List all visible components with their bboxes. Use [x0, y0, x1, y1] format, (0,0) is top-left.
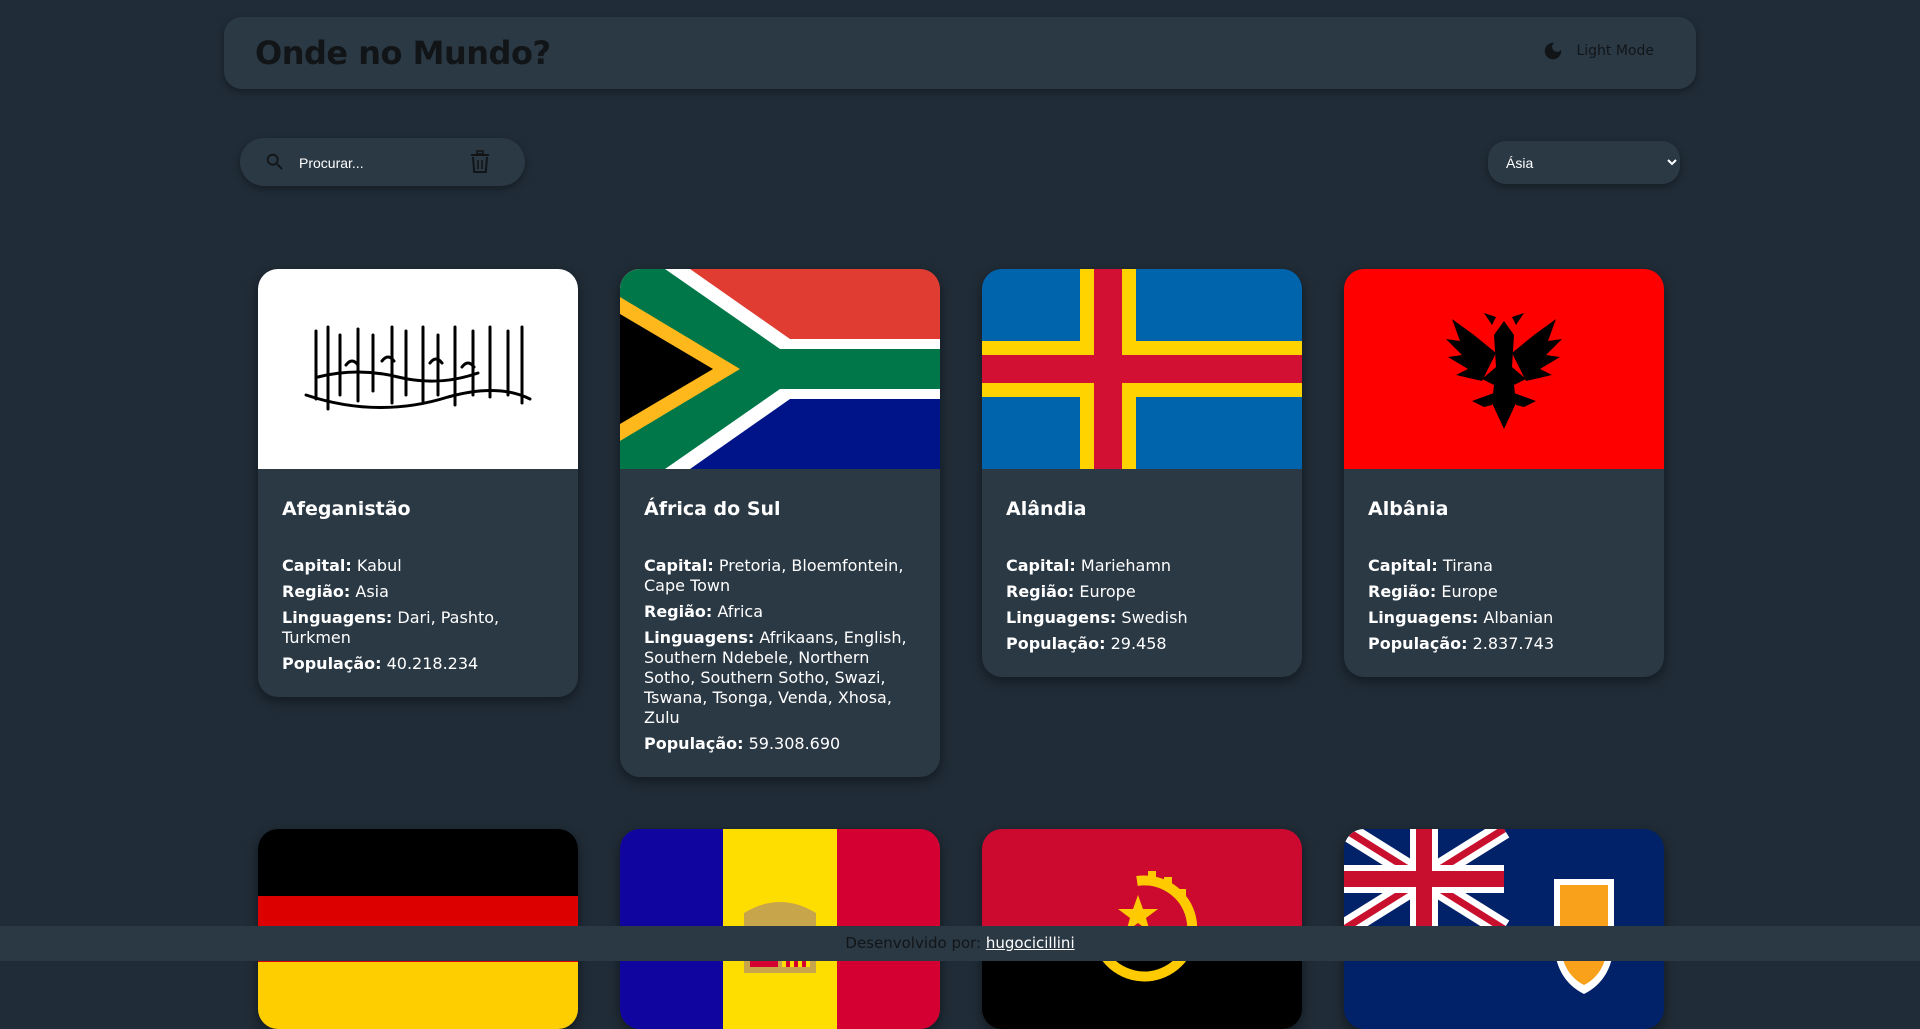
country-card-afeganistao[interactable]: Afeganistão Capital: Kabul Região: Asia …	[258, 269, 578, 697]
capital-label: Capital:	[644, 556, 714, 575]
author-link[interactable]: hugocicillini	[986, 934, 1075, 952]
header-bar: Onde no Mundo? Light Mode	[224, 17, 1696, 89]
languages-line: Linguagens: Albanian	[1368, 608, 1640, 628]
flag-image	[1344, 269, 1664, 469]
population-line: População: 59.308.690	[644, 734, 916, 754]
capital-line: Capital: Mariehamn	[1006, 556, 1278, 576]
footer-text: Desenvolvido por:	[845, 934, 982, 952]
languages-value: Swedish	[1121, 608, 1188, 627]
languages-label: Linguagens:	[1006, 608, 1117, 627]
footer: Desenvolvido por: hugocicillini	[0, 926, 1920, 961]
search-bar	[240, 138, 525, 186]
population-line: População: 29.458	[1006, 634, 1278, 654]
country-card-alandia[interactable]: Alândia Capital: Mariehamn Região: Europ…	[982, 269, 1302, 677]
region-value: Europe	[1441, 582, 1498, 601]
capital-value: Kabul	[356, 556, 402, 575]
region-value: Asia	[355, 582, 389, 601]
region-label: Região:	[1006, 582, 1075, 601]
country-name: Alândia	[1006, 498, 1087, 520]
region-value: Africa	[717, 602, 764, 621]
flag-image	[258, 269, 578, 469]
population-line: População: 40.218.234	[282, 654, 554, 674]
search-input[interactable]	[297, 148, 451, 178]
country-card-albania[interactable]: Albânia Capital: Tirana Região: Europe L…	[1344, 269, 1664, 677]
capital-label: Capital:	[1368, 556, 1438, 575]
population-label: População:	[1368, 634, 1468, 653]
capital-value: Mariehamn	[1080, 556, 1172, 575]
region-filter-select[interactable]: Ásia	[1488, 141, 1680, 184]
country-name: Afeganistão	[282, 498, 411, 520]
country-name: Albânia	[1368, 498, 1449, 520]
capital-line: Capital: Pretoria, Bloemfontein, Cape To…	[644, 556, 916, 596]
country-card-africa-do-sul[interactable]: África do Sul Capital: Pretoria, Bloemfo…	[620, 269, 940, 777]
population-line: População: 2.837.743	[1368, 634, 1640, 654]
languages-line: Linguagens: Afrikaans, English, Southern…	[644, 628, 916, 728]
population-value: 29.458	[1110, 634, 1167, 653]
languages-line: Linguagens: Dari, Pashto, Turkmen	[282, 608, 554, 648]
page-title: Onde no Mundo?	[255, 34, 551, 72]
capital-line: Capital: Tirana	[1368, 556, 1640, 576]
country-name: África do Sul	[644, 498, 781, 520]
region-line: Região: Africa	[644, 602, 916, 622]
languages-label: Linguagens:	[282, 608, 393, 627]
region-label: Região:	[282, 582, 351, 601]
trash-icon[interactable]	[469, 150, 491, 174]
capital-value: Tirana	[1442, 556, 1493, 575]
population-label: População:	[282, 654, 382, 673]
capital-label: Capital:	[1006, 556, 1076, 575]
population-label: População:	[644, 734, 744, 753]
flag-image	[982, 269, 1302, 469]
flag-image	[620, 269, 940, 469]
search-icon	[266, 153, 283, 170]
population-value: 59.308.690	[748, 734, 841, 753]
moon-icon	[1545, 42, 1562, 60]
population-label: População:	[1006, 634, 1106, 653]
languages-value: Albanian	[1483, 608, 1554, 627]
region-value: Europe	[1079, 582, 1136, 601]
capital-label: Capital:	[282, 556, 352, 575]
languages-label: Linguagens:	[644, 628, 755, 647]
region-line: Região: Europe	[1006, 582, 1278, 602]
languages-label: Linguagens:	[1368, 608, 1479, 627]
languages-line: Linguagens: Swedish	[1006, 608, 1278, 628]
region-line: Região: Europe	[1368, 582, 1640, 602]
population-value: 40.218.234	[386, 654, 479, 673]
capital-line: Capital: Kabul	[282, 556, 554, 576]
theme-toggle-button[interactable]: Light Mode	[1542, 40, 1654, 62]
region-label: Região:	[644, 602, 713, 621]
region-line: Região: Asia	[282, 582, 554, 602]
population-value: 2.837.743	[1472, 634, 1555, 653]
theme-toggle-label: Light Mode	[1576, 43, 1654, 59]
region-label: Região:	[1368, 582, 1437, 601]
